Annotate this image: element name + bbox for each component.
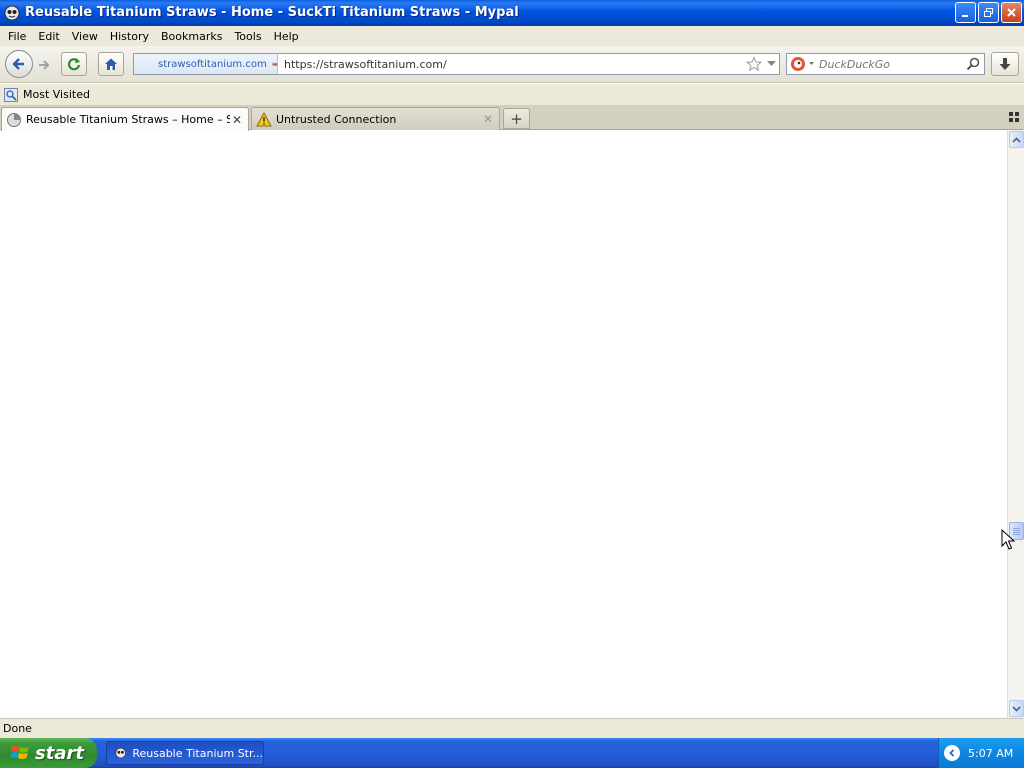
close-icon xyxy=(1007,8,1016,17)
restore-icon xyxy=(984,8,993,17)
title-bar[interactable]: Reusable Titanium Straws - Home - SuckTi… xyxy=(0,0,1024,26)
search-icon xyxy=(966,57,980,71)
warning-icon xyxy=(256,111,272,126)
menu-history[interactable]: History xyxy=(104,30,155,43)
search-button[interactable] xyxy=(962,54,984,74)
site-identity-button[interactable]: strawsoftitanium.com xyxy=(134,54,278,74)
mouse-cursor-icon xyxy=(1001,529,1015,550)
chevron-down-icon xyxy=(1012,705,1021,712)
bookmark-label: Most Visited xyxy=(23,88,90,101)
identity-domain: strawsoftitanium.com xyxy=(158,58,267,70)
reload-button[interactable] xyxy=(61,52,87,76)
bookmark-star-icon[interactable] xyxy=(745,55,763,73)
tab-strip: Reusable Titanium Straws – Home – Suck..… xyxy=(0,105,1024,131)
menu-bookmarks[interactable]: Bookmarks xyxy=(155,30,228,43)
new-tab-button[interactable]: + xyxy=(503,108,530,129)
search-bar[interactable] xyxy=(786,53,985,75)
tab-close-icon[interactable]: ✕ xyxy=(481,112,495,126)
back-arrow-icon xyxy=(12,58,24,70)
window-title: Reusable Titanium Straws - Home - SuckTi… xyxy=(25,5,519,20)
start-label: start xyxy=(35,742,84,764)
tab-reusable-titanium-straws[interactable]: Reusable Titanium Straws – Home – Suck..… xyxy=(1,107,249,131)
reload-icon xyxy=(68,58,81,71)
menu-edit[interactable]: Edit xyxy=(32,30,65,43)
back-button[interactable] xyxy=(5,50,33,78)
downloads-button[interactable] xyxy=(991,52,1019,76)
scroll-down-button[interactable] xyxy=(1009,700,1024,717)
menu-file[interactable]: File xyxy=(2,30,32,43)
tab-untrusted-connection[interactable]: Untrusted Connection ✕ xyxy=(251,107,500,130)
taskbar-item-mypal[interactable]: Reusable Titanium Str... xyxy=(106,741,264,765)
show-hidden-icons-button[interactable] xyxy=(944,745,960,761)
windows-logo-icon xyxy=(10,746,29,759)
status-text: Done xyxy=(3,722,32,735)
broken-lock-icon xyxy=(272,62,277,66)
url-bar[interactable]: strawsoftitanium.com https://strawsoftit… xyxy=(133,53,780,75)
duckduckgo-icon xyxy=(791,57,814,71)
forward-arrow-icon xyxy=(39,60,50,70)
taskbar-item-label: Reusable Titanium Str... xyxy=(132,746,263,760)
tab-close-icon[interactable]: ✕ xyxy=(230,113,244,127)
start-button[interactable]: start xyxy=(0,738,97,768)
mypal-app-icon xyxy=(4,5,20,20)
tab-label: Reusable Titanium Straws – Home – Suck..… xyxy=(26,113,230,126)
system-tray: 5:07 AM xyxy=(938,738,1024,768)
vertical-scrollbar[interactable] xyxy=(1007,130,1024,718)
chevron-left-icon xyxy=(949,749,955,757)
navigation-toolbar: strawsoftitanium.com https://strawsoftit… xyxy=(0,46,1024,83)
search-input[interactable] xyxy=(819,57,962,71)
chevron-up-icon xyxy=(1012,136,1021,143)
list-all-tabs-icon[interactable] xyxy=(1008,111,1020,123)
menu-view[interactable]: View xyxy=(66,30,104,43)
bookmarks-toolbar: Most Visited xyxy=(0,84,1024,105)
url-history-dropdown-icon[interactable] xyxy=(763,55,779,73)
bookmark-most-visited[interactable]: Most Visited xyxy=(4,87,90,102)
close-window-button[interactable] xyxy=(1001,2,1022,23)
most-visited-icon xyxy=(4,87,18,102)
download-arrow-icon xyxy=(999,58,1011,70)
home-button[interactable] xyxy=(98,52,124,76)
url-text[interactable]: https://strawsoftitanium.com/ xyxy=(278,58,745,71)
page-content[interactable] xyxy=(0,130,1007,718)
plus-icon: + xyxy=(510,109,523,128)
forward-button[interactable] xyxy=(34,55,54,75)
status-bar: Done xyxy=(0,718,1024,738)
clock[interactable]: 5:07 AM xyxy=(968,747,1013,760)
mypal-taskbar-icon xyxy=(115,747,126,759)
minimize-icon xyxy=(962,15,968,17)
home-icon xyxy=(105,58,117,70)
page-loading-icon xyxy=(7,112,21,127)
restore-button[interactable] xyxy=(978,2,999,23)
minimize-button[interactable] xyxy=(955,2,976,23)
menu-bar: File Edit View History Bookmarks Tools H… xyxy=(0,26,1024,46)
menu-help[interactable]: Help xyxy=(268,30,305,43)
tab-label: Untrusted Connection xyxy=(276,112,397,126)
search-engine-selector[interactable] xyxy=(787,54,819,74)
menu-tools[interactable]: Tools xyxy=(228,30,267,43)
taskbar: start Reusable Titanium Str... 5:07 AM xyxy=(0,738,1024,768)
scroll-up-button[interactable] xyxy=(1009,131,1024,148)
